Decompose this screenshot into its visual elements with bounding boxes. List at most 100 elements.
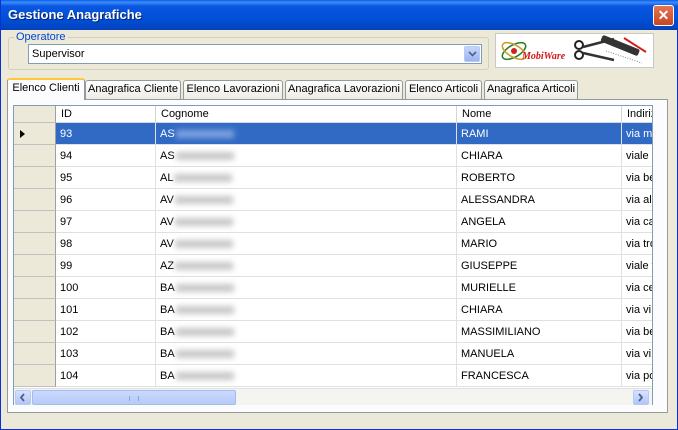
cell-cognome[interactable]: AS (156, 145, 457, 167)
cell-cognome-text: AL (160, 172, 174, 184)
cell-cognome[interactable]: BA (156, 299, 457, 321)
cell-cognome[interactable]: BA (156, 321, 457, 343)
horizontal-scrollbar[interactable] (14, 388, 652, 405)
redacted-text (174, 196, 233, 205)
cell-id[interactable]: 98 (56, 233, 156, 255)
tab-elenco-articoli[interactable]: Elenco Articoli (405, 80, 482, 99)
tab-elenco-clienti[interactable]: Elenco Clienti (7, 78, 85, 100)
cell-cognome[interactable]: BA (156, 365, 457, 387)
cell-nome[interactable]: ROBERTO (457, 167, 622, 189)
tab-anagrafica-cliente[interactable]: Anagrafica Cliente (85, 80, 181, 99)
cell-indirizzo[interactable]: via po (622, 365, 652, 387)
tab-strip: Elenco Clienti Anagrafica Cliente Elenco… (7, 78, 667, 100)
cell-id[interactable]: 99 (56, 255, 156, 277)
tab-anagrafica-lavorazioni[interactable]: Anagrafica Lavorazioni (285, 80, 403, 99)
row-selector[interactable] (14, 277, 56, 299)
row-selector[interactable] (14, 233, 56, 255)
cell-indirizzo[interactable]: via m (622, 123, 652, 145)
title-bar[interactable]: Gestione Anagrafiche ✕ (1, 0, 678, 30)
cell-nome[interactable]: CHIARA (457, 299, 622, 321)
window-title: Gestione Anagrafiche (8, 7, 142, 22)
tab-elenco-lavorazioni[interactable]: Elenco Lavorazioni (183, 80, 283, 99)
chevron-down-icon (468, 51, 477, 57)
cell-indirizzo[interactable]: via tro (622, 233, 652, 255)
column-header-id[interactable]: ID (56, 106, 156, 123)
cell-nome[interactable]: GIUSEPPE (457, 255, 622, 277)
row-selector[interactable] (14, 211, 56, 233)
cell-id[interactable]: 103 (56, 343, 156, 365)
operator-dropdown-button[interactable] (464, 46, 480, 62)
cell-id[interactable]: 100 (56, 277, 156, 299)
cell-cognome-text: AV (160, 194, 174, 206)
redacted-text (174, 218, 233, 227)
cell-id[interactable]: 97 (56, 211, 156, 233)
scroll-left-button[interactable] (15, 390, 31, 405)
cell-indirizzo[interactable]: via ce (622, 277, 652, 299)
arrow-left-icon (19, 393, 25, 402)
cell-indirizzo[interactable]: via ale (622, 189, 652, 211)
cell-cognome[interactable]: BA (156, 343, 457, 365)
row-selector[interactable] (14, 321, 56, 343)
scroll-thumb[interactable] (32, 390, 236, 405)
cell-nome[interactable]: MARIO (457, 233, 622, 255)
redacted-text (174, 174, 233, 183)
cell-cognome[interactable]: AS (156, 123, 457, 145)
grid-corner-header (14, 106, 56, 123)
gestione-anagrafiche-window: Gestione Anagrafiche ✕ Operatore Supervi… (0, 0, 678, 430)
cell-cognome[interactable]: AV (156, 233, 457, 255)
cell-cognome[interactable]: BA (156, 277, 457, 299)
tab-anagrafica-articoli[interactable]: Anagrafica Articoli (484, 80, 578, 99)
cell-cognome-text: AZ (160, 260, 175, 272)
redacted-text (175, 306, 234, 315)
clienti-grid[interactable]: ID Cognome Nome Indiriz 93 AS RAMI via m… (13, 105, 653, 405)
row-selector[interactable] (14, 167, 56, 189)
operator-select-value: Supervisor (32, 48, 85, 60)
cell-nome[interactable]: MASSIMILIANO (457, 321, 622, 343)
cell-cognome[interactable]: AV (156, 211, 457, 233)
cell-nome[interactable]: MANUELA (457, 343, 622, 365)
scroll-grip (129, 396, 139, 401)
row-selector[interactable] (14, 189, 56, 211)
cell-id[interactable]: 96 (56, 189, 156, 211)
row-selector[interactable] (14, 343, 56, 365)
cell-id[interactable]: 102 (56, 321, 156, 343)
row-selector[interactable] (14, 123, 56, 145)
row-selector[interactable] (14, 145, 56, 167)
column-header-indirizzo[interactable]: Indiriz (622, 106, 652, 123)
logo-graphic (501, 35, 647, 64)
scroll-right-button[interactable] (633, 390, 649, 405)
row-selector[interactable] (14, 299, 56, 321)
cell-cognome[interactable]: AV (156, 189, 457, 211)
cell-nome[interactable]: MURIELLE (457, 277, 622, 299)
cell-id[interactable]: 93 (56, 123, 156, 145)
cell-indirizzo[interactable]: via be (622, 167, 652, 189)
cell-indirizzo[interactable]: via be (622, 321, 652, 343)
row-selector[interactable] (14, 365, 56, 387)
column-header-cognome[interactable]: Cognome (156, 106, 457, 123)
cell-indirizzo[interactable]: viale s (622, 145, 652, 167)
cell-nome[interactable]: CHIARA (457, 145, 622, 167)
cell-cognome[interactable]: AL (156, 167, 457, 189)
cell-id[interactable]: 104 (56, 365, 156, 387)
cell-id[interactable]: 94 (56, 145, 156, 167)
cell-indirizzo[interactable]: via vi (622, 299, 652, 321)
cell-cognome-text: AV (160, 238, 174, 250)
cell-indirizzo[interactable]: viale t (622, 255, 652, 277)
column-header-nome[interactable]: Nome (457, 106, 622, 123)
cell-nome[interactable]: RAMI (457, 123, 622, 145)
cell-indirizzo[interactable]: via ca (622, 211, 652, 233)
cell-indirizzo[interactable]: via vi (622, 343, 652, 365)
cell-id[interactable]: 101 (56, 299, 156, 321)
cell-cognome[interactable]: AZ (156, 255, 457, 277)
cell-cognome-text: BA (160, 326, 175, 338)
cell-nome[interactable]: ANGELA (457, 211, 622, 233)
cell-id[interactable]: 95 (56, 167, 156, 189)
row-selector[interactable] (14, 255, 56, 277)
close-button[interactable]: ✕ (653, 5, 674, 26)
redacted-text (175, 350, 234, 359)
redacted-text (174, 240, 233, 249)
cell-nome[interactable]: ALESSANDRA (457, 189, 622, 211)
operator-select[interactable]: Supervisor (28, 44, 482, 64)
cell-cognome-text: AV (160, 216, 174, 228)
cell-nome[interactable]: FRANCESCA (457, 365, 622, 387)
